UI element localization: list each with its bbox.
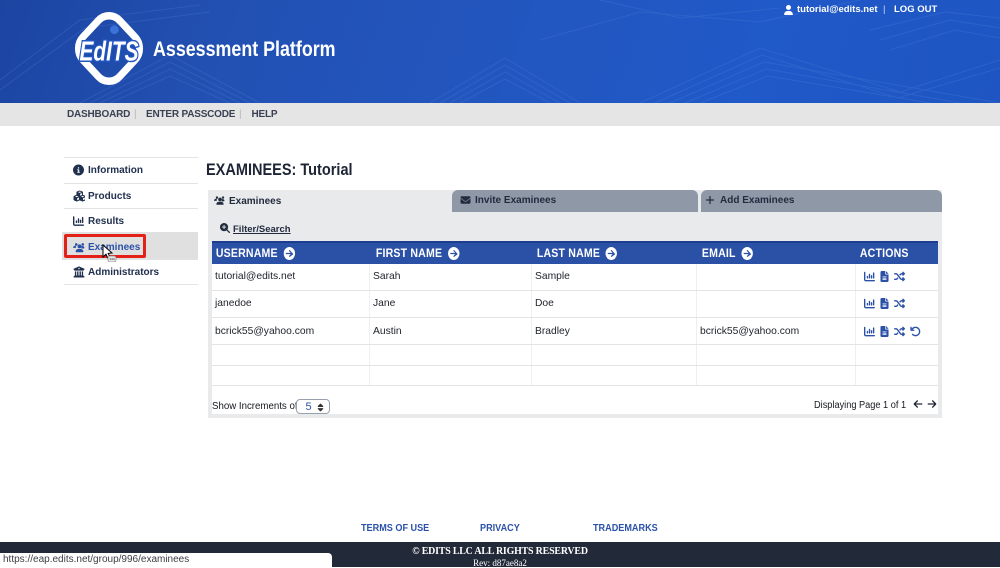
svg-text:EdITS: EdITS — [80, 36, 139, 67]
